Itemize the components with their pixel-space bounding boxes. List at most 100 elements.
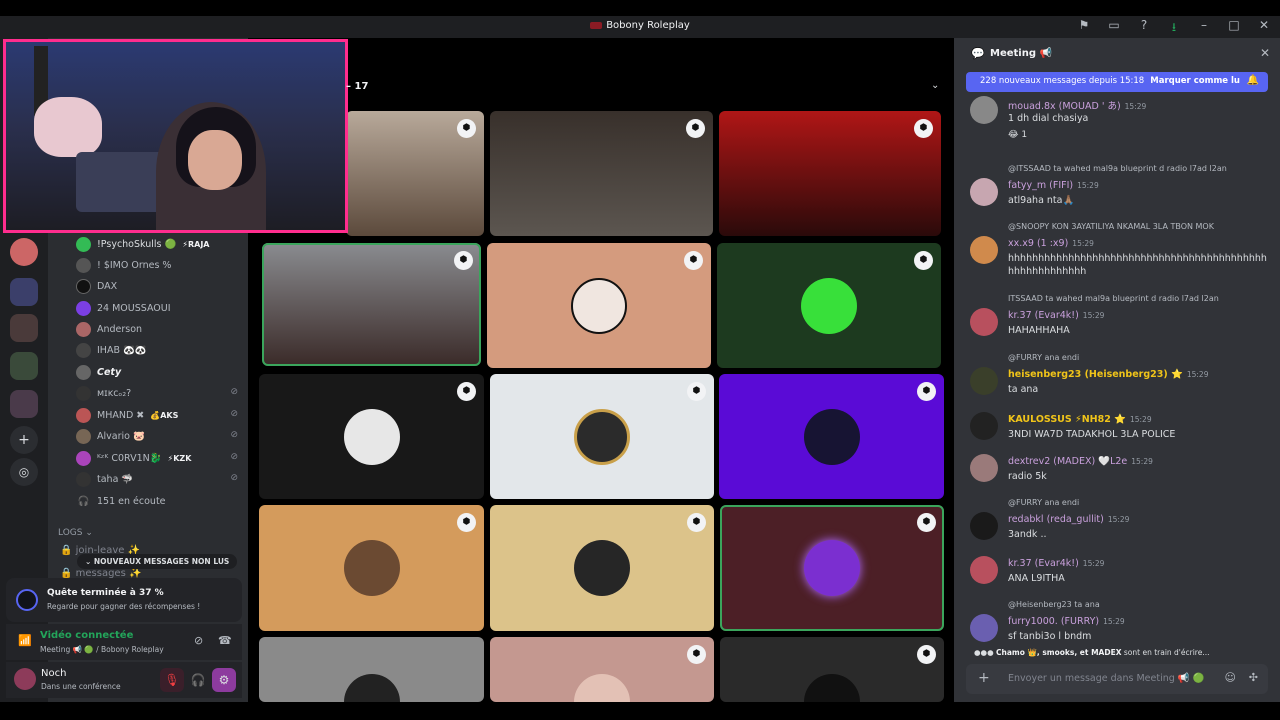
avatar-tile[interactable]: ⬢ [717, 243, 941, 368]
chat-message[interactable]: @SNOOPY KON 3AYATILIYA NKAMAL 3LA TBON M… [954, 222, 1280, 284]
member-item[interactable]: ! $IMO Ornes % [76, 258, 171, 273]
avatar[interactable] [970, 236, 998, 264]
avatar[interactable] [970, 614, 998, 642]
avatar-tile[interactable]: ⬢ [719, 374, 944, 499]
reply-reference[interactable]: @Heisenberg23 ta ana [1008, 600, 1100, 609]
emoji-icon[interactable]: ☺ [1225, 671, 1236, 684]
message-author[interactable]: dextrev2 (MADEX) 🤍L2e 15:29 [1008, 456, 1153, 467]
member-item[interactable]: !PsychoSkulls 🟢 ⚡RAJA [76, 237, 209, 252]
chat-message[interactable]: dextrev2 (MADEX) 🤍L2e 15:29 radio 5k [954, 454, 1280, 488]
new-messages-bar[interactable]: 228 nouveaux messages depuis 15:18 Marqu… [966, 72, 1268, 92]
camera-off-icon[interactable]: ⊘ [194, 634, 203, 647]
flag-icon[interactable]: ⚑ [1076, 18, 1092, 39]
chat-message[interactable]: @FURRY ana endi redabkl (reda_gullit) 15:… [954, 498, 1280, 544]
reply-reference[interactable]: @FURRY ana endi [1008, 353, 1079, 362]
close-icon[interactable]: ✕ [1260, 46, 1270, 60]
chevron-down-icon[interactable]: ⌄ [931, 80, 939, 91]
video-tile[interactable]: ⬢ [490, 111, 713, 236]
avatar-tile[interactable]: ⬢ [720, 637, 944, 702]
member-item[interactable]: IHAB 🐼🐼 [76, 343, 147, 358]
message-author[interactable]: mouad.8x (MOUAD ' あ) 15:29 [1008, 98, 1146, 112]
quest-progress-card[interactable]: Quête terminée à 37 % Regarde pour gagne… [6, 578, 242, 622]
mark-as-read-button[interactable]: Marquer comme lu [1150, 76, 1240, 86]
reply-reference[interactable]: @ITSSAAD ta wahed mal9a blueprint d radi… [1008, 164, 1227, 173]
server-folder-icon[interactable] [10, 352, 38, 380]
reply-reference[interactable]: ITSSAAD ta wahed mal9a blueprint d radio… [1008, 294, 1219, 303]
message-author[interactable]: furry1000. (FURRY) 15:29 [1008, 616, 1125, 627]
avatar[interactable] [970, 367, 998, 395]
mic-muted-icon[interactable]: 🎙 [160, 668, 184, 692]
message-author[interactable]: kr.37 (Evar4k!) 15:29 [1008, 310, 1104, 321]
chat-message[interactable]: KAULOSSUS ⚡NH82 ⭐ 15:29 3NDI WA7D TADAKHO… [954, 412, 1280, 446]
close-window-icon[interactable]: ✕ [1256, 18, 1272, 39]
avatar-tile[interactable]: ⬢ [490, 374, 714, 499]
attach-plus-icon[interactable]: + [978, 670, 990, 686]
server-folder-icon[interactable] [10, 278, 38, 306]
voice-status[interactable]: Vidéo connectée [40, 630, 133, 641]
maximize-icon[interactable]: □ [1226, 18, 1242, 39]
member-item[interactable]: Cety [76, 365, 121, 380]
disconnect-icon[interactable]: ☎ [218, 634, 232, 647]
avatar[interactable] [970, 308, 998, 336]
member-item[interactable]: Anderson [76, 322, 142, 337]
settings-gear-icon[interactable]: ⚙ [212, 668, 236, 692]
member-item[interactable]: 24 MOUSSAOUI [76, 301, 171, 316]
member-item[interactable]: ᴷᶻᴷ C0RV1N🐉 ⚡KZK [76, 451, 191, 466]
member-item[interactable]: Alvario 🐷 [76, 429, 145, 444]
avatar-tile[interactable]: ⬢ [487, 243, 711, 368]
message-composer[interactable]: + Envoyer un message dans Meeting 📢 🟢 ☺ … [966, 664, 1268, 694]
server-icon[interactable] [10, 238, 38, 266]
message-author[interactable]: xx.x9 (1 :x9) 15:29 [1008, 238, 1094, 249]
chat-message[interactable]: @FURRY ana endi heisenberg23 (Heisenberg… [954, 353, 1280, 399]
avatar-tile[interactable]: ⬢ [720, 505, 944, 631]
chat-message[interactable]: @Heisenberg23 ta ana furry1000. (FURRY) 1… [954, 600, 1280, 646]
chat-message[interactable]: @ITSSAAD ta wahed mal9a blueprint d radi… [954, 164, 1280, 210]
avatar[interactable] [970, 178, 998, 206]
discover-icon[interactable]: ◎ [10, 458, 38, 486]
download-icon[interactable]: ⭳ [1166, 18, 1182, 39]
reply-reference[interactable]: @FURRY ana endi [1008, 498, 1079, 507]
member-item[interactable]: ᴍɪᴋᴄₒ₂? [76, 386, 131, 401]
listeners-count[interactable]: 🎧 151 en écoute [76, 494, 166, 509]
avatar[interactable] [970, 96, 998, 124]
avatar[interactable] [970, 556, 998, 584]
video-tile[interactable]: ⬢ [346, 111, 484, 236]
chat-message[interactable]: ITSSAAD ta wahed mal9a blueprint d radio… [954, 294, 1280, 340]
avatar[interactable] [970, 512, 998, 540]
video-tile[interactable]: ⬢ [719, 111, 941, 236]
avatar-tile[interactable]: ⬢ [490, 637, 714, 702]
chat-message[interactable]: kr.37 (Evar4k!) 15:29 ANA L9ITHA [954, 556, 1280, 590]
reaction[interactable]: 😂 1 [1008, 130, 1027, 148]
avatar[interactable] [970, 412, 998, 440]
avatar[interactable] [970, 454, 998, 482]
reply-reference[interactable]: @SNOOPY KON 3AYATILIYA NKAMAL 3LA TBON M… [1008, 222, 1214, 231]
avatar-tile[interactable]: ⬢ [490, 505, 714, 631]
chat-message[interactable]: mouad.8x (MOUAD ' あ) 15:29 1 dh dial chas… [954, 96, 1280, 146]
minimize-icon[interactable]: – [1196, 18, 1212, 39]
avatar-tile[interactable]: ⬢ [259, 505, 484, 631]
avatar[interactable] [14, 668, 36, 690]
headphones-icon[interactable]: 🎧 [186, 668, 210, 692]
username[interactable]: Noch [41, 668, 66, 679]
composer-placeholder[interactable]: Envoyer un message dans Meeting 📢 🟢 [1008, 673, 1204, 684]
avatar-tile[interactable]: ⬢ [259, 374, 484, 499]
message-author[interactable]: heisenberg23 (Heisenberg23) ⭐ 15:29 [1008, 369, 1208, 380]
help-icon[interactable]: ? [1136, 18, 1152, 39]
member-item[interactable]: MHAND ✖ 💰AKS [76, 408, 178, 423]
category-logs[interactable]: LOGS ⌄ [58, 528, 93, 538]
unread-messages-pill[interactable]: ⌄ NOUVEAUX MESSAGES NON LUS [77, 554, 238, 569]
video-tile[interactable]: ⬢ [262, 243, 481, 366]
server-folder-icon[interactable] [10, 390, 38, 418]
apps-icon[interactable]: ✣ [1249, 671, 1258, 684]
avatar-tile[interactable] [259, 637, 484, 702]
member-item[interactable]: DAX [76, 279, 117, 294]
message-author[interactable]: kr.37 (Evar4k!) 15:29 [1008, 558, 1104, 569]
server-folder-icon[interactable] [10, 314, 38, 342]
message-author[interactable]: KAULOSSUS ⚡NH82 ⭐ 15:29 [1008, 414, 1152, 425]
signal-icon[interactable]: 📶 [18, 634, 32, 647]
message-author[interactable]: fatyy_m (FIFI) 15:29 [1008, 180, 1099, 191]
message-author[interactable]: redabkl (reda_gullit) 15:29 [1008, 514, 1129, 525]
add-server-icon[interactable]: + [10, 426, 38, 454]
member-item[interactable]: taha 🦈 [76, 472, 133, 487]
inbox-icon[interactable]: ▭ [1106, 18, 1122, 39]
